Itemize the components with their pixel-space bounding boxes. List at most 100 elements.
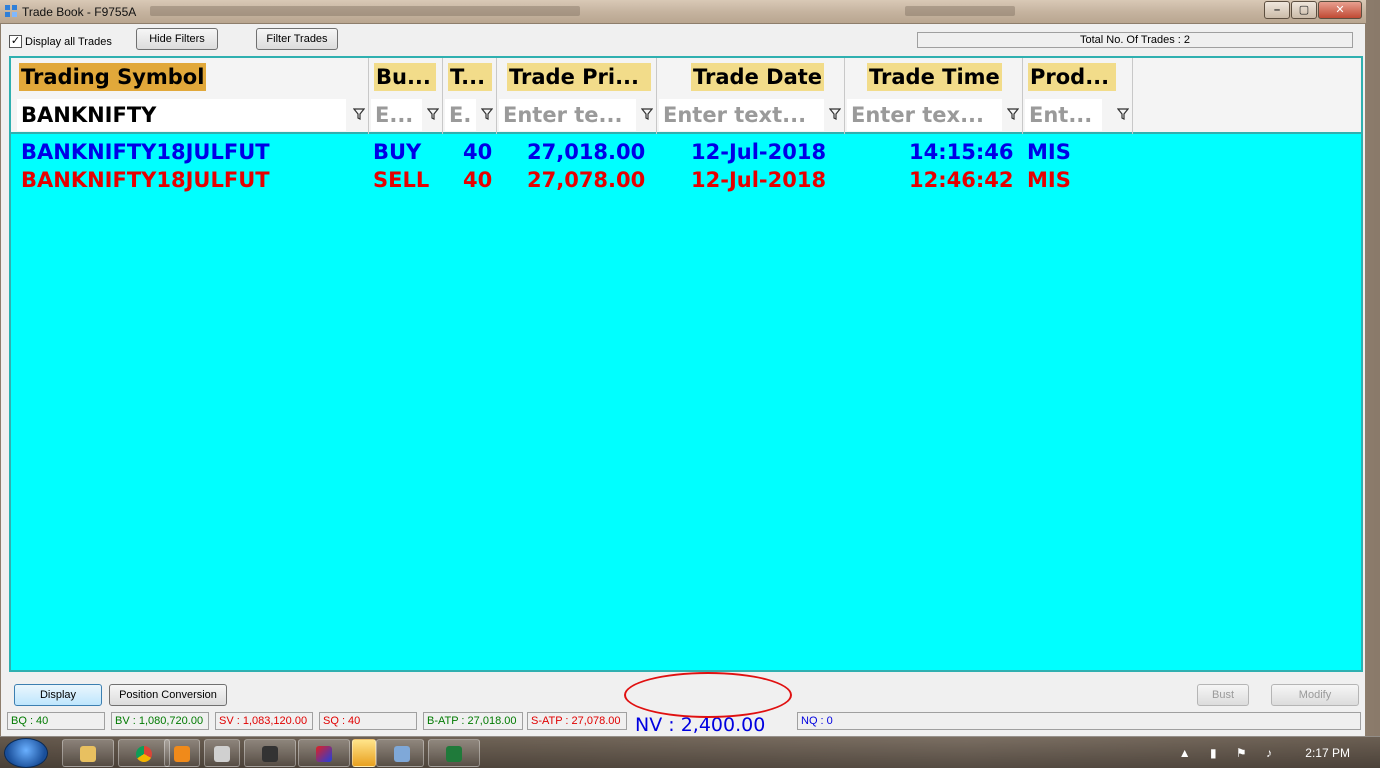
close-button[interactable]: ✕ <box>1318 1 1362 19</box>
filter-funnel-icon[interactable] <box>829 108 841 120</box>
filter-input-product[interactable]: Ent... <box>1025 99 1102 131</box>
column-header-quantity[interactable]: T... <box>443 58 497 96</box>
taskbar-app[interactable] <box>204 739 240 767</box>
filter-input-trade-price[interactable]: Enter te... <box>499 99 636 131</box>
column-header-label: Trade Date <box>691 63 825 91</box>
buy-avg-price: B-ATP : 27,018.00 <box>423 712 523 730</box>
filter-trade-time: Enter tex... <box>845 96 1023 134</box>
filter-funnel-icon[interactable] <box>641 108 653 120</box>
sell-avg-price: S-ATP : 27,078.00 <box>527 712 627 730</box>
cell-trade-price: 27,018.00 <box>527 140 646 164</box>
minimize-button[interactable]: – <box>1264 1 1290 19</box>
filter-buy-sell: E... <box>369 96 443 134</box>
background-window-blur <box>905 6 1015 16</box>
excel-icon <box>446 746 462 762</box>
column-header-product[interactable]: Prod... <box>1023 58 1133 96</box>
filter-product: Ent... <box>1023 96 1133 134</box>
column-header-label: T... <box>448 63 492 91</box>
column-header-buy-sell[interactable]: Bu... <box>369 58 443 96</box>
chrome-icon <box>136 746 152 762</box>
background-window-blur <box>150 6 580 16</box>
filter-trading-symbol: BANKNIFTY <box>11 96 369 134</box>
filter-input-trade-time[interactable]: Enter tex... <box>847 99 1002 131</box>
taskbar-explorer[interactable] <box>62 739 114 767</box>
column-header-label: Trade Pri... <box>507 63 651 91</box>
bust-button[interactable]: Bust <box>1197 684 1249 706</box>
column-header-label: Trade Time <box>867 63 1002 91</box>
play-icon <box>174 746 190 762</box>
filter-quantity: E. <box>443 96 497 134</box>
buy-quantity: BQ : 40 <box>7 712 105 730</box>
column-header-trading-symbol[interactable]: Trading Symbol <box>11 58 369 96</box>
window-icon <box>394 746 410 762</box>
column-header-label: Trading Symbol <box>19 63 207 91</box>
title-bar[interactable]: Trade Book - F9755A – ▢ ✕ <box>0 0 1366 24</box>
table-row[interactable]: BANKNIFTY18JULFUT BUY 40 27,018.00 12-Ju… <box>11 138 1361 166</box>
cell-trading-symbol: BANKNIFTY18JULFUT <box>21 140 270 164</box>
app-icon <box>5 5 17 17</box>
filter-input-trade-date[interactable]: Enter text... <box>659 99 824 131</box>
cell-quantity: 40 <box>463 168 493 192</box>
filter-trade-date: Enter text... <box>657 96 845 134</box>
hide-filters-button[interactable]: Hide Filters <box>136 28 218 50</box>
windows-start-icon[interactable] <box>4 738 48 768</box>
grid-header: Trading Symbol Bu... T... Trade Pri... T… <box>11 58 1361 134</box>
filter-funnel-icon[interactable] <box>427 108 439 120</box>
buy-value: BV : 1,080,720.00 <box>111 712 209 730</box>
column-header-trade-time[interactable]: Trade Time <box>845 58 1023 96</box>
taskbar: ▲ ▮ ⚑ ♪ 2:17 PM <box>0 736 1380 768</box>
filter-funnel-icon[interactable] <box>481 108 493 120</box>
sell-value: SV : 1,083,120.00 <box>215 712 313 730</box>
triangle-icon <box>316 746 332 762</box>
taskbar-trading-app[interactable] <box>244 739 296 767</box>
cell-product: MIS <box>1027 168 1071 192</box>
app-icon <box>214 746 230 762</box>
table-row[interactable]: BANKNIFTY18JULFUT SELL 40 27,078.00 12-J… <box>11 166 1361 194</box>
modify-button[interactable]: Modify <box>1271 684 1359 706</box>
cell-trading-symbol: BANKNIFTY18JULFUT <box>21 168 270 192</box>
position-conversion-button[interactable]: Position Conversion <box>109 684 227 706</box>
display-all-trades-checkbox[interactable]: ✓ <box>9 35 22 48</box>
window-title: Trade Book - F9755A <box>22 5 137 19</box>
cell-trade-date: 12-Jul-2018 <box>691 140 827 164</box>
cell-trade-time: 14:15:46 <box>909 140 1014 164</box>
filter-input-quantity[interactable]: E. <box>445 99 476 131</box>
taskbar-excel[interactable] <box>428 739 480 767</box>
display-all-trades-label: Display all Trades <box>25 36 112 48</box>
column-header-label: Bu... <box>374 63 436 91</box>
cell-quantity: 40 <box>463 140 493 164</box>
trades-grid[interactable]: Trading Symbol Bu... T... Trade Pri... T… <box>9 56 1363 672</box>
taskbar-app-triangle[interactable] <box>298 739 350 767</box>
filter-trade-price: Enter te... <box>497 96 657 134</box>
folder-icon <box>80 746 96 762</box>
display-button[interactable]: Display <box>14 684 102 706</box>
filter-funnel-icon[interactable] <box>353 108 365 120</box>
filter-input-trading-symbol[interactable]: BANKNIFTY <box>17 99 346 131</box>
column-header-trade-price[interactable]: Trade Pri... <box>497 58 657 96</box>
taskbar-chrome[interactable] <box>118 739 170 767</box>
sell-quantity: SQ : 40 <box>319 712 417 730</box>
maximize-button[interactable]: ▢ <box>1291 1 1317 19</box>
cell-trade-time: 12:46:42 <box>909 168 1014 192</box>
filter-input-buy-sell[interactable]: E... <box>371 99 422 131</box>
filter-funnel-icon[interactable] <box>1117 108 1129 120</box>
column-header-trade-date[interactable]: Trade Date <box>657 58 845 96</box>
filter-funnel-icon[interactable] <box>1007 108 1019 120</box>
taskbar-active-app[interactable] <box>352 739 376 767</box>
filter-trades-button[interactable]: Filter Trades <box>256 28 338 50</box>
cell-product: MIS <box>1027 140 1071 164</box>
cell-trade-date: 12-Jul-2018 <box>691 168 827 192</box>
chart-icon <box>262 746 278 762</box>
cell-buy-sell: BUY <box>373 140 422 164</box>
cell-trade-price: 27,078.00 <box>527 168 646 192</box>
annotation-circle <box>624 672 792 718</box>
total-trades-count: Total No. Of Trades : 2 <box>917 32 1353 48</box>
toolbar: ✓ Display all Trades Hide Filters Filter… <box>1 24 1365 54</box>
net-quantity: NQ : 0 <box>797 712 1361 730</box>
system-tray-icons[interactable]: ▲ ▮ ⚑ ♪ <box>1179 746 1280 760</box>
taskbar-window[interactable] <box>376 739 424 767</box>
column-header-label: Prod... <box>1028 63 1116 91</box>
clock[interactable]: 2:17 PM <box>1305 746 1350 760</box>
cell-buy-sell: SELL <box>373 168 430 192</box>
taskbar-media-player[interactable] <box>164 739 200 767</box>
